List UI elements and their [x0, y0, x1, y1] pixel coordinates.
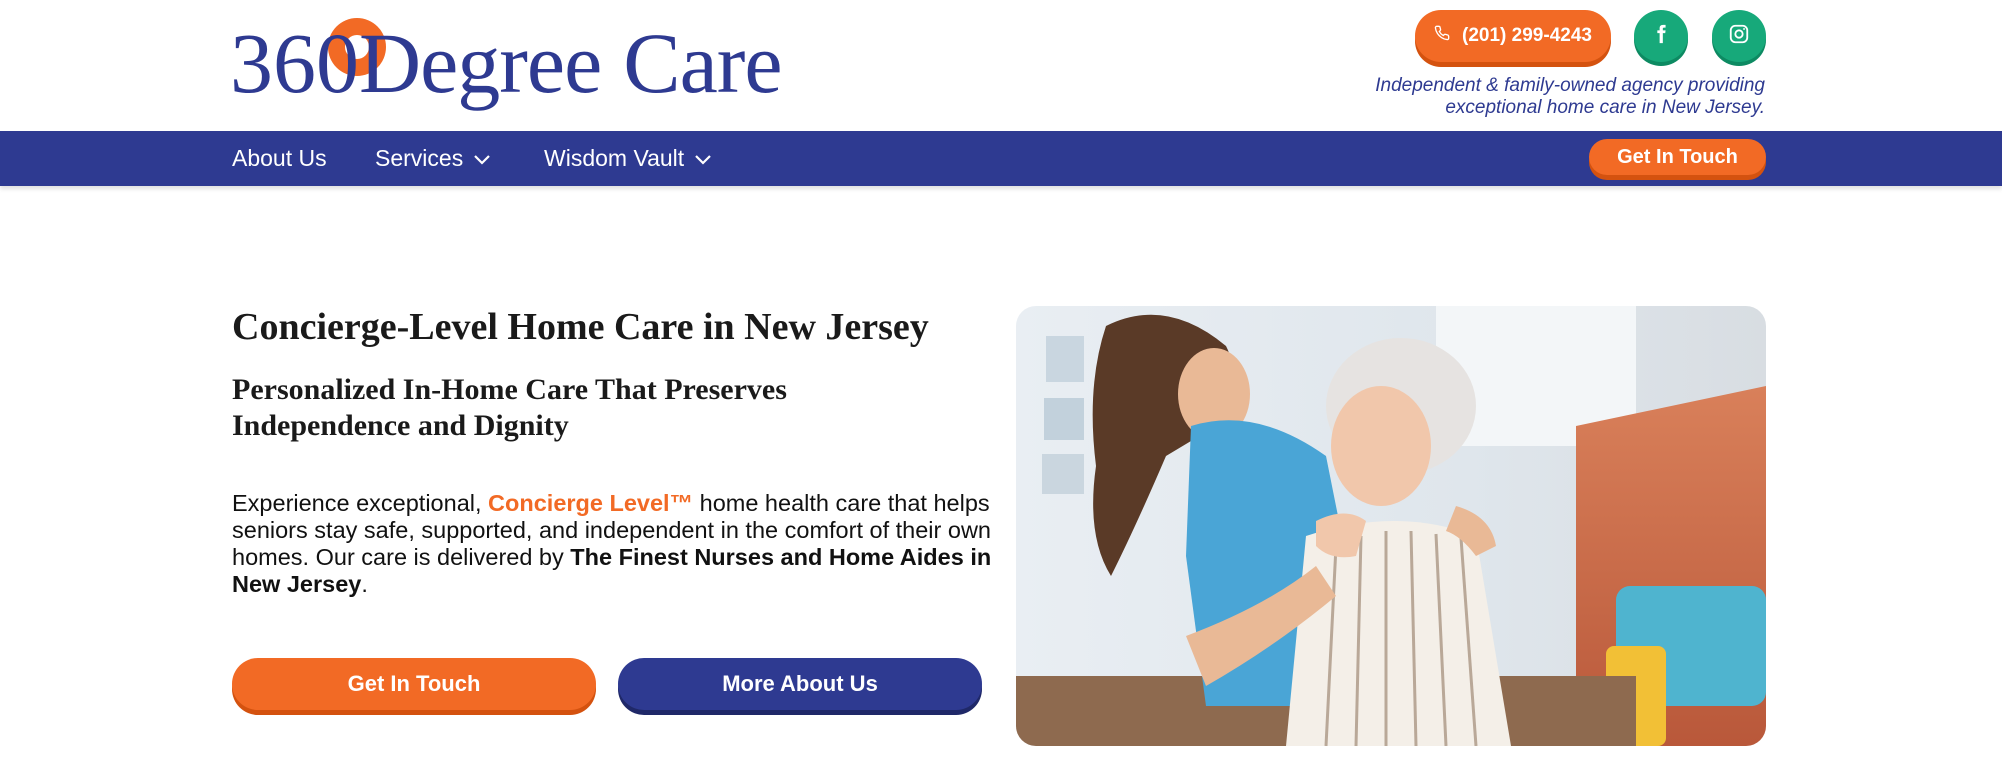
instagram-icon — [1728, 23, 1750, 50]
site-header: 360Degree Care (201) 299-4243 Independent… — [0, 0, 2002, 131]
get-in-touch-button[interactable]: Get In Touch — [232, 658, 596, 710]
site-logo[interactable]: 360Degree Care — [230, 14, 800, 114]
phone-button[interactable]: (201) 299-4243 — [1415, 10, 1611, 62]
facebook-button[interactable] — [1634, 10, 1688, 62]
hero-title: Concierge-Level Home Care in New Jersey — [232, 306, 929, 348]
facebook-icon — [1650, 23, 1672, 50]
phone-icon — [1434, 25, 1450, 47]
header-tagline: Independent & family-owned agency provid… — [1375, 75, 1765, 118]
logo-text: 360Degree Care — [230, 15, 783, 111]
chevron-down-icon — [473, 153, 491, 165]
concierge-level-highlight: Concierge Level™ — [488, 490, 694, 516]
more-about-us-button[interactable]: More About Us — [618, 658, 982, 710]
nav-item-label: Wisdom Vault — [544, 145, 685, 171]
hero-photo — [1016, 306, 1766, 746]
hero-description: Experience exceptional, Concierge Level™… — [232, 490, 992, 597]
nav-item-label: Services — [375, 145, 464, 171]
instagram-button[interactable] — [1712, 10, 1766, 62]
nav-get-in-touch-button[interactable]: Get In Touch — [1589, 139, 1766, 175]
nav-item-label: About Us — [232, 145, 327, 171]
hero-subtitle: Personalized In-Home Care That Preserves… — [232, 373, 787, 442]
nav-item-about-us[interactable]: About Us — [232, 131, 327, 186]
chevron-down-icon — [694, 153, 712, 165]
nav-item-wisdom-vault[interactable]: Wisdom Vault — [544, 131, 712, 186]
nav-item-services[interactable]: Services — [375, 131, 491, 186]
main-nav: About Us Services Wisdom Vault Get In To… — [0, 131, 2002, 186]
phone-number: (201) 299-4243 — [1462, 25, 1592, 46]
